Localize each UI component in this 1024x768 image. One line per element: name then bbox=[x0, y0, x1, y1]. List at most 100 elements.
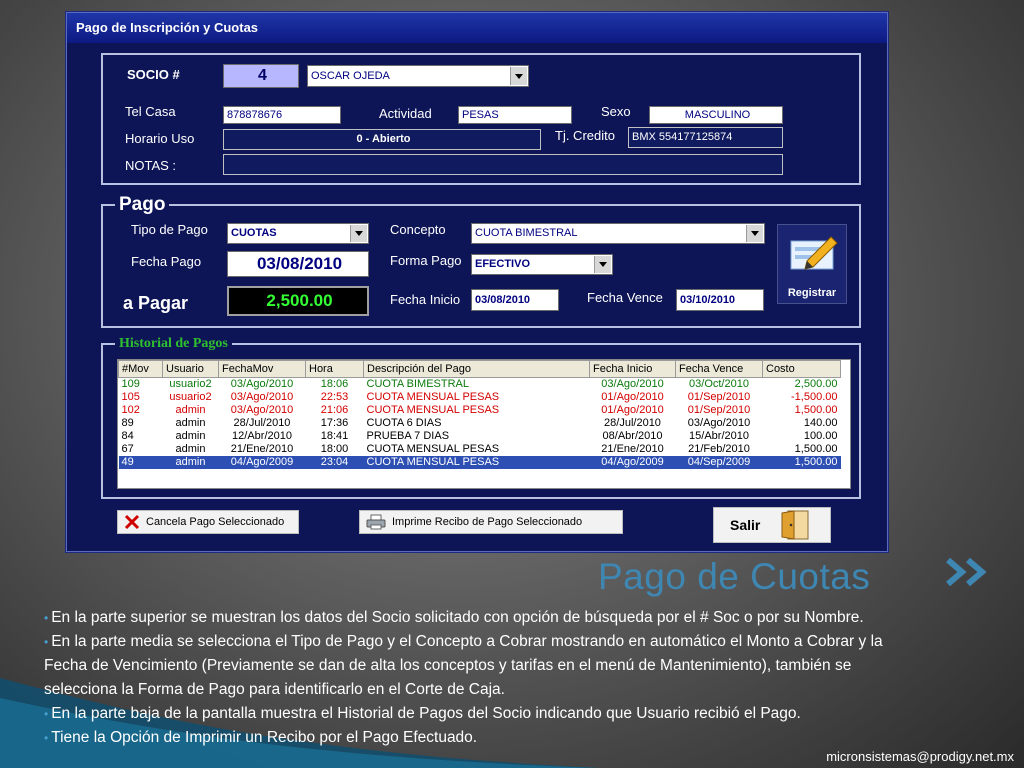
fecha-inicio-label: Fecha Inicio bbox=[390, 292, 461, 307]
registrar-button[interactable]: Registrar bbox=[777, 224, 847, 304]
col-header[interactable]: Hora bbox=[305, 360, 364, 378]
slide-title: Pago de Cuotas bbox=[598, 556, 871, 597]
tel-field[interactable]: 878878676 bbox=[223, 106, 341, 124]
cell: 102 bbox=[121, 404, 140, 416]
cell: 23:04 bbox=[305, 456, 364, 469]
cell: 03/Ago/2010 bbox=[230, 378, 294, 390]
historial-grid[interactable]: #Mov Usuario FechaMov Hora Descripción d… bbox=[117, 359, 851, 489]
cell: admin bbox=[162, 456, 219, 469]
tj-credito-field[interactable]: BMX 554177125874 bbox=[628, 127, 783, 148]
cell: 08/Abr/2010 bbox=[602, 430, 663, 442]
notas-field[interactable] bbox=[223, 154, 783, 175]
cell: 17:36 bbox=[320, 417, 349, 429]
cell: 03/Ago/2010 bbox=[230, 404, 294, 416]
cell: 100.00 bbox=[803, 430, 838, 442]
table-row[interactable]: 105 usuario2 03/Ago/2010 22:53 CUOTA MEN… bbox=[119, 391, 841, 404]
concepto-combo[interactable]: CUOTA BIMESTRAL bbox=[471, 223, 765, 244]
cell: CUOTA MENSUAL PESAS bbox=[366, 443, 500, 455]
cell: 21/Ene/2010 bbox=[230, 443, 294, 455]
forma-pago-label: Forma Pago bbox=[390, 253, 462, 268]
cell: 67 bbox=[121, 443, 134, 455]
table-header-row: #Mov Usuario FechaMov Hora Descripción d… bbox=[118, 360, 841, 378]
col-header[interactable]: FechaMov bbox=[218, 360, 306, 378]
table-row[interactable]: 109 usuario2 03/Ago/2010 18:06 CUOTA BIM… bbox=[119, 378, 841, 392]
col-header[interactable]: Usuario bbox=[162, 360, 219, 378]
cell: usuario2 bbox=[169, 378, 212, 390]
cancel-payment-button[interactable]: Cancela Pago Seleccionado bbox=[117, 510, 299, 534]
print-receipt-button[interactable]: Imprime Recibo de Pago Seleccionado bbox=[359, 510, 623, 534]
cell: 28/Jul/2010 bbox=[233, 417, 291, 429]
col-header[interactable]: Fecha Inicio bbox=[589, 360, 676, 378]
socio-number-field[interactable]: 4 bbox=[223, 64, 299, 88]
cell: 04/Sep/2009 bbox=[675, 456, 763, 469]
edit-pencil-icon bbox=[790, 236, 838, 270]
bullet-item: • En la parte media se selecciona el Tipo… bbox=[44, 633, 883, 698]
cell: CUOTA 6 DIAS bbox=[366, 417, 442, 429]
window-title: Pago de Inscripción y Cuotas bbox=[67, 13, 887, 43]
cell: PRUEBA 7 DIAS bbox=[366, 430, 450, 442]
door-exit-icon bbox=[781, 510, 809, 540]
table-row[interactable]: 67 admin 21/Ene/2010 18:00 CUOTA MENSUAL… bbox=[119, 443, 841, 456]
cell: 01/Ago/2010 bbox=[601, 404, 664, 416]
cell: 49 bbox=[118, 456, 163, 469]
col-header[interactable]: Costo bbox=[762, 360, 841, 378]
socio-label: SOCIO # bbox=[127, 67, 180, 82]
col-header[interactable]: #Mov bbox=[118, 360, 163, 378]
table-row-selected[interactable]: 49 admin 04/Ago/2009 23:04 CUOTA MENSUAL… bbox=[118, 456, 841, 469]
sexo-field[interactable]: MASCULINO bbox=[649, 106, 783, 124]
cell: 21/Ene/2010 bbox=[601, 443, 664, 455]
table-row[interactable]: 89 admin 28/Jul/2010 17:36 CUOTA 6 DIAS … bbox=[119, 417, 841, 430]
cell: 89 bbox=[121, 417, 134, 429]
cancel-payment-label: Cancela Pago Seleccionado bbox=[146, 516, 285, 528]
cell: 84 bbox=[121, 430, 134, 442]
chevron-down-icon[interactable] bbox=[594, 256, 611, 273]
tel-label: Tel Casa bbox=[125, 104, 176, 119]
fecha-vence-field[interactable]: 03/10/2010 bbox=[676, 289, 764, 311]
fecha-pago-field[interactable]: 03/08/2010 bbox=[227, 251, 369, 277]
cell: 12/Abr/2010 bbox=[232, 430, 292, 442]
cell: admin bbox=[175, 443, 206, 455]
bullet-item: • En la parte superior se muestran los da… bbox=[44, 609, 864, 626]
chevron-down-icon[interactable] bbox=[350, 225, 367, 242]
bullet-item: • En la parte baja de la pantalla muestra… bbox=[44, 705, 801, 722]
actividad-field[interactable]: PESAS bbox=[458, 106, 572, 124]
cell: 18:00 bbox=[320, 443, 349, 455]
double-chevron-icon bbox=[946, 557, 987, 587]
col-header[interactable]: Fecha Vence bbox=[675, 360, 763, 378]
cell: 03/Ago/2010 bbox=[601, 378, 664, 390]
exit-button[interactable]: Salir bbox=[713, 507, 831, 543]
cell: 22:53 bbox=[320, 391, 349, 403]
tipo-pago-combo[interactable]: CUOTAS bbox=[227, 223, 369, 244]
chevron-down-icon[interactable] bbox=[746, 225, 763, 242]
cell: admin bbox=[175, 430, 206, 442]
pago-legend: Pago bbox=[115, 194, 170, 216]
col-header[interactable]: Descripción del Pago bbox=[363, 360, 590, 378]
printer-icon bbox=[366, 514, 386, 530]
cell: 03/Ago/2010 bbox=[687, 417, 751, 429]
cell: 04/Ago/2009 bbox=[218, 456, 306, 469]
horario-field[interactable]: 0 - Abierto bbox=[223, 129, 541, 150]
slide-bullets: • En la parte superior se muestran los da… bbox=[44, 606, 924, 750]
print-receipt-label: Imprime Recibo de Pago Seleccionado bbox=[392, 516, 583, 528]
socio-name-combo[interactable]: OSCAR OJEDA bbox=[307, 65, 529, 87]
table-row[interactable]: 84 admin 12/Abr/2010 18:41 PRUEBA 7 DIAS… bbox=[119, 430, 841, 443]
cell: CUOTA BIMESTRAL bbox=[366, 378, 469, 390]
cell: 03/Ago/2010 bbox=[230, 391, 294, 403]
tipo-pago-label: Tipo de Pago bbox=[131, 222, 208, 237]
cell: 105 bbox=[121, 391, 140, 403]
cell: -1,500.00 bbox=[791, 391, 838, 403]
chevron-down-icon[interactable] bbox=[510, 67, 527, 85]
fecha-vence-label: Fecha Vence bbox=[587, 290, 663, 305]
cell: 21/Feb/2010 bbox=[688, 443, 750, 455]
contact-email: micronsistemas@prodigy.net.mx bbox=[826, 749, 1014, 764]
tj-credito-label: Tj. Credito bbox=[555, 128, 615, 143]
fecha-inicio-field[interactable]: 03/08/2010 bbox=[471, 289, 559, 311]
forma-pago-combo[interactable]: EFECTIVO bbox=[471, 254, 613, 275]
sexo-label: Sexo bbox=[601, 104, 631, 119]
socio-name-value: OSCAR OJEDA bbox=[311, 70, 390, 82]
forma-pago-value: EFECTIVO bbox=[475, 258, 531, 270]
fecha-pago-label: Fecha Pago bbox=[131, 254, 202, 269]
cell: 140.00 bbox=[803, 417, 838, 429]
cell: 01/Sep/2010 bbox=[687, 391, 751, 403]
table-row[interactable]: 102 admin 03/Ago/2010 21:06 CUOTA MENSUA… bbox=[119, 404, 841, 417]
